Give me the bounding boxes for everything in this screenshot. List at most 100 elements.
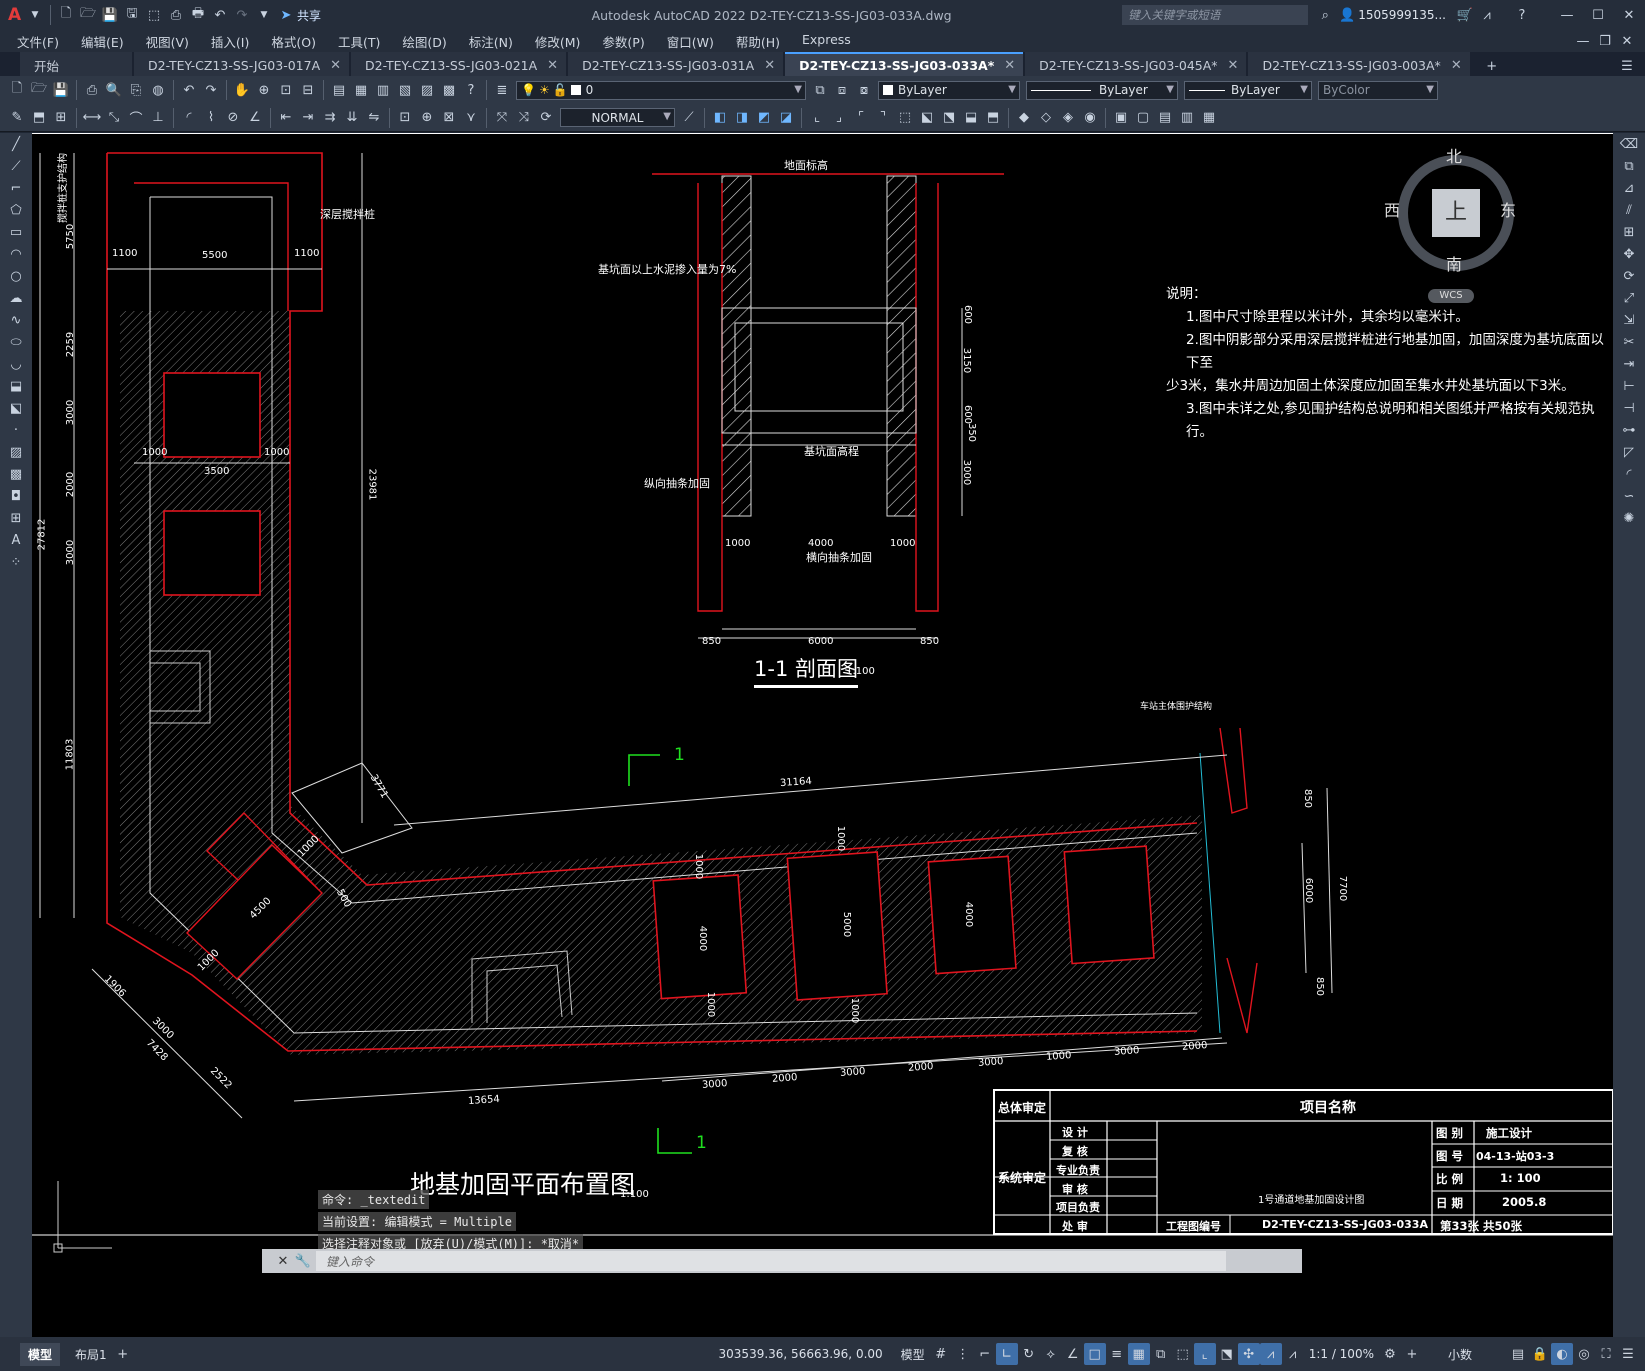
table-icon[interactable]: ⊞	[51, 108, 71, 128]
chamfer-icon[interactable]: ◸	[1619, 443, 1639, 463]
save-as-icon[interactable]: 🖫	[122, 5, 142, 25]
fillet-icon[interactable]: ◜	[1619, 465, 1639, 485]
angular-icon[interactable]: ∠	[245, 108, 265, 128]
close-tab-icon[interactable]: ✕	[764, 58, 775, 73]
ellipse-arc-icon[interactable]: ◡	[6, 355, 26, 375]
spline-icon[interactable]: ∿	[6, 311, 26, 331]
dynamic-ucs-icon[interactable]: ⌞	[1193, 1343, 1216, 1365]
menu-item[interactable]: 格式(O)	[260, 32, 327, 51]
quick-access-dropdown-icon[interactable]: ▼	[254, 5, 274, 25]
transparency-icon[interactable]: ▦	[1127, 1343, 1150, 1365]
search-icon[interactable]: ⌕	[1315, 5, 1335, 25]
solid-box-icon[interactable]: ▣	[1111, 108, 1131, 128]
center-mark-icon[interactable]: ⊕	[417, 108, 437, 128]
units-dropdown[interactable]: 小数	[1443, 1346, 1477, 1363]
isolate-objects-icon[interactable]: ◐	[1551, 1343, 1573, 1365]
radius-icon[interactable]: ◜	[179, 108, 199, 128]
menu-item[interactable]: Express	[791, 32, 862, 51]
view-bottom-icon[interactable]: ◨	[732, 108, 752, 128]
lights-icon[interactable]: ◉	[1080, 108, 1100, 128]
ucs-icon[interactable]: ⌞	[807, 108, 827, 128]
print-icon[interactable]: 🖶	[188, 5, 208, 25]
calculator-icon[interactable]: ▩	[439, 80, 459, 100]
menu-item[interactable]: 标注(N)	[458, 32, 524, 51]
tolerance-icon[interactable]: ⊡	[395, 108, 415, 128]
continue-icon[interactable]: ⇉	[320, 108, 340, 128]
quick-dim-icon[interactable]: ⇤	[276, 108, 296, 128]
lightbulb-icon[interactable]: 💡	[521, 83, 536, 97]
ordinate-icon[interactable]: ⊥	[148, 108, 168, 128]
autodesk-app-icon[interactable]: ⩘	[1477, 5, 1497, 25]
osnap-icon[interactable]: □	[1083, 1343, 1106, 1365]
aligned-dim-icon[interactable]: ⤡	[104, 108, 124, 128]
infer-icon[interactable]: ⌐	[974, 1343, 996, 1365]
customize-command-icon[interactable]: 🔧	[293, 1251, 313, 1271]
plot-icon[interactable]: ⎙	[82, 80, 102, 100]
menu-item[interactable]: 参数(P)	[591, 32, 655, 51]
add-selected-icon[interactable]: ⁘	[6, 553, 26, 573]
isodraft-icon[interactable]: ⟡	[1040, 1343, 1062, 1365]
ucs-object-icon[interactable]: ⬚	[895, 108, 915, 128]
tab-list-icon[interactable]: ☰	[1617, 56, 1637, 76]
ucs-3point-icon[interactable]: ⬒	[983, 108, 1003, 128]
solid-subtract-icon[interactable]: ▦	[1199, 108, 1219, 128]
break-icon[interactable]: ⊣	[1619, 399, 1639, 419]
view-top-icon[interactable]: ◧	[710, 108, 730, 128]
viewcube-east[interactable]: 东	[1500, 197, 1516, 221]
help-icon[interactable]: ?	[461, 80, 481, 100]
extend-icon[interactable]: ⇥	[1619, 355, 1639, 375]
app-logo[interactable]: A	[8, 5, 24, 25]
qsave-icon[interactable]: 💾	[51, 80, 71, 100]
blend-icon[interactable]: ∽	[1619, 487, 1639, 507]
doc-minimize-icon[interactable]: —	[1573, 31, 1593, 51]
line-icon[interactable]: ╱	[6, 135, 26, 155]
polyline-icon[interactable]: ⌐	[6, 179, 26, 199]
menu-item[interactable]: 窗口(W)	[656, 32, 725, 51]
layer-properties-icon[interactable]: ≣	[492, 80, 512, 100]
share-button-label[interactable]: 共享	[297, 7, 321, 24]
dimedit-icon[interactable]: ⤧	[492, 108, 512, 128]
copy-icon[interactable]: ⧉	[1619, 157, 1639, 177]
rotate-icon[interactable]: ⟳	[1619, 267, 1639, 287]
close-tab-icon[interactable]: ✕	[1004, 58, 1015, 73]
annotation-monitor-icon[interactable]: +	[1401, 1343, 1423, 1365]
gradient-icon[interactable]: ▩	[6, 465, 26, 485]
zoom-window-icon[interactable]: ⊡	[276, 80, 296, 100]
search-box[interactable]: 键入关键字或短语	[1122, 5, 1309, 25]
coordinates-readout[interactable]: 303539.36, 56663.96, 0.00	[714, 1347, 888, 1361]
file-tab[interactable]: D2-TEY-CZ13-SS-JG03-033A* ✕	[785, 52, 1024, 76]
close-tab-icon[interactable]: ✕	[1451, 58, 1462, 73]
close-tab-icon[interactable]: ✕	[547, 58, 558, 73]
redo-icon[interactable]: ↷	[201, 80, 221, 100]
block-icon[interactable]: ⬒	[29, 108, 49, 128]
jogged-linear-icon[interactable]: ⋎	[461, 108, 481, 128]
table-icon[interactable]: ⊞	[6, 509, 26, 529]
open-icon[interactable]: 🗁	[29, 80, 49, 100]
trim-icon[interactable]: ✂	[1619, 333, 1639, 353]
lineweight-icon[interactable]: ≡	[1106, 1343, 1128, 1365]
app-menu-chevron-icon[interactable]: ▼	[25, 5, 45, 25]
solid-cylinder-icon[interactable]: ▢	[1133, 108, 1153, 128]
save-icon[interactable]: 💾	[100, 5, 120, 25]
arc-icon[interactable]: ◠	[6, 245, 26, 265]
viewcube-south[interactable]: 南	[1446, 251, 1462, 275]
materials-icon[interactable]: ◈	[1058, 108, 1078, 128]
help-icon[interactable]: ?	[1512, 5, 1532, 25]
tab-layout1[interactable]: 布局1	[70, 1346, 112, 1363]
linetype-dropdown[interactable]: ByLayer ▼	[1026, 80, 1178, 100]
make-block-icon[interactable]: ⬕	[6, 399, 26, 419]
offset-icon[interactable]: ⫽	[1619, 201, 1639, 221]
shade-icon[interactable]: ◆	[1014, 108, 1034, 128]
maximize-icon[interactable]: ☐	[1588, 5, 1608, 25]
make-current-icon[interactable]: ⧉	[810, 80, 830, 100]
menu-item[interactable]: 文件(F)	[6, 32, 70, 51]
file-tab[interactable]: D2-TEY-CZ13-SS-JG03-003A* ✕	[1248, 52, 1470, 76]
close-tab-icon[interactable]: ✕	[1228, 58, 1239, 73]
circle-icon[interactable]: ○	[6, 267, 26, 287]
scale-icon[interactable]: ⤢	[1619, 289, 1639, 309]
command-input[interactable]: 键入命令	[316, 1251, 1226, 1271]
layer-previous-icon[interactable]: ⧈	[832, 80, 852, 100]
annotation-visibility-icon[interactable]: ⩘	[1259, 1343, 1282, 1365]
menu-item[interactable]: 视图(V)	[135, 32, 200, 51]
join-icon[interactable]: ⊶	[1619, 421, 1639, 441]
